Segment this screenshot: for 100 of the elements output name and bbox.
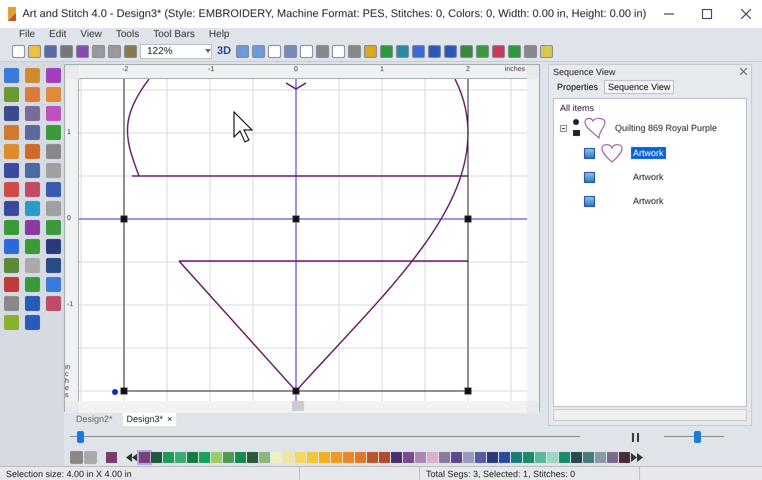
- toolbar-icon[interactable]: [524, 44, 538, 58]
- caret-icon[interactable]: [205, 49, 211, 53]
- thread-color-swatch[interactable]: [571, 452, 582, 462]
- toolbar-icon[interactable]: [396, 44, 410, 58]
- tool-icon[interactable]: [25, 106, 40, 121]
- thread-color-swatch[interactable]: [259, 452, 270, 462]
- scrollbar-thumb[interactable]: [292, 401, 304, 411]
- tool-icon[interactable]: [4, 106, 19, 121]
- toolbar-icon[interactable]: [284, 44, 298, 58]
- close-tab-button[interactable]: ×: [167, 414, 172, 424]
- toolbar-icon[interactable]: [380, 44, 394, 58]
- thread-color-swatch[interactable]: [139, 452, 150, 462]
- panel-tab[interactable]: Properties: [553, 80, 602, 94]
- tree-item[interactable]: Artwork: [631, 195, 666, 207]
- toolbar-icon[interactable]: [316, 44, 330, 58]
- toolbar-icon[interactable]: [252, 44, 266, 58]
- thread-color-swatch[interactable]: [619, 452, 630, 462]
- tool-icon[interactable]: [4, 201, 19, 216]
- thread-color-swatch[interactable]: [307, 452, 318, 462]
- thread-color-swatch[interactable]: [547, 452, 558, 462]
- toolbar-icon[interactable]: [364, 44, 378, 58]
- thread-color-swatch[interactable]: [223, 452, 234, 462]
- thread-color-swatch[interactable]: [199, 452, 210, 462]
- vertical-scrollbar[interactable]: [527, 79, 539, 401]
- thread-color-swatch[interactable]: [559, 452, 570, 462]
- tool-icon[interactable]: [25, 220, 40, 235]
- thread-color-swatch[interactable]: [175, 452, 186, 462]
- thread-color-swatch[interactable]: [319, 452, 330, 462]
- tool-icon[interactable]: [25, 163, 40, 178]
- toolbar-icon[interactable]: [108, 44, 121, 58]
- toolbar-icon[interactable]: [460, 44, 474, 58]
- thread-color-swatch[interactable]: [451, 452, 462, 462]
- thread-color-swatch[interactable]: [511, 452, 522, 462]
- toolbar-icon[interactable]: [348, 44, 362, 58]
- tool-icon[interactable]: [4, 239, 19, 254]
- thread-color-swatch[interactable]: [427, 452, 438, 462]
- thread-color-swatch[interactable]: [475, 452, 486, 462]
- zoom-field[interactable]: 122%: [140, 44, 212, 58]
- 3d-view-button[interactable]: 3D: [215, 45, 234, 57]
- thread-color-swatch[interactable]: [283, 452, 294, 462]
- tool-icon[interactable]: [46, 239, 61, 254]
- toolbar-icon[interactable]: [236, 44, 250, 58]
- toolbar-icon[interactable]: [332, 44, 346, 58]
- playback-slider-thumb[interactable]: [77, 431, 84, 443]
- tool-icon[interactable]: [25, 296, 40, 311]
- thread-color-swatch[interactable]: [247, 452, 258, 462]
- thread-color-swatch[interactable]: [607, 452, 618, 462]
- thread-color-swatch[interactable]: [391, 452, 402, 462]
- tool-icon[interactable]: [46, 68, 61, 83]
- thread-color-swatch[interactable]: [331, 452, 342, 462]
- tree-item[interactable]: Artwork: [631, 171, 666, 183]
- tool-icon[interactable]: [25, 125, 40, 140]
- menu-item[interactable]: Edit: [42, 29, 74, 40]
- document-tab[interactable]: Design3* ×: [122, 412, 176, 426]
- panel-tab[interactable]: Sequence View: [604, 80, 674, 94]
- thread-color-swatch[interactable]: [151, 452, 162, 462]
- tool-icon[interactable]: [46, 258, 61, 273]
- close-icon[interactable]: [740, 9, 751, 19]
- collapse-icon[interactable]: [560, 124, 567, 132]
- toolbar-icon[interactable]: [60, 44, 73, 58]
- tree-item[interactable]: Quilting 869 Royal Purple: [615, 123, 718, 133]
- menu-item[interactable]: Tools: [108, 29, 146, 40]
- thread-color-swatch[interactable]: [367, 452, 378, 462]
- document-tab[interactable]: Design2*: [72, 412, 117, 426]
- thread-color-swatch[interactable]: [595, 452, 606, 462]
- menu-item[interactable]: View: [73, 29, 109, 40]
- menu-item[interactable]: Tool Bars: [146, 29, 202, 40]
- toolbar-icon[interactable]: [508, 44, 522, 58]
- fast-forward-icon[interactable]: [631, 452, 643, 462]
- menu-item[interactable]: Help: [202, 29, 236, 40]
- toolbar-icon[interactable]: [476, 44, 490, 58]
- pause-icon[interactable]: [632, 432, 640, 442]
- thread-color-swatch[interactable]: [403, 452, 414, 462]
- thread-color-swatch[interactable]: [355, 452, 366, 462]
- thread-color-swatch[interactable]: [235, 452, 246, 462]
- toolbar-icon[interactable]: [124, 44, 137, 58]
- toolbar-icon[interactable]: [12, 44, 25, 58]
- toolbar-icon[interactable]: [44, 44, 57, 58]
- thread-color-swatch[interactable]: [187, 452, 198, 462]
- thread-color-swatch[interactable]: [379, 452, 390, 462]
- thread-color-swatch[interactable]: [439, 452, 450, 462]
- thread-color-swatch[interactable]: [211, 452, 222, 462]
- menu-item[interactable]: File: [12, 29, 42, 40]
- toolbar-icon[interactable]: [92, 44, 105, 58]
- thread-color-swatch[interactable]: [415, 452, 426, 462]
- toolbar-icon[interactable]: [28, 44, 41, 58]
- thread-color-swatch[interactable]: [463, 452, 474, 462]
- speed-slider-thumb[interactable]: [694, 431, 701, 443]
- thread-color-swatch[interactable]: [535, 452, 546, 462]
- thread-color-swatch[interactable]: [163, 452, 174, 462]
- toolbar-icon[interactable]: [540, 44, 554, 58]
- tool-icon[interactable]: [46, 182, 61, 197]
- thread-color-swatch[interactable]: [583, 452, 594, 462]
- toolbar-icon[interactable]: [412, 44, 426, 58]
- horizontal-scrollbar[interactable]: [553, 409, 747, 421]
- toolbar-icon[interactable]: [492, 44, 506, 58]
- toolbar-icon[interactable]: [268, 44, 282, 58]
- thread-color-swatch[interactable]: [343, 452, 354, 462]
- maximize-icon[interactable]: [702, 9, 712, 19]
- thread-color-swatch[interactable]: [523, 452, 534, 462]
